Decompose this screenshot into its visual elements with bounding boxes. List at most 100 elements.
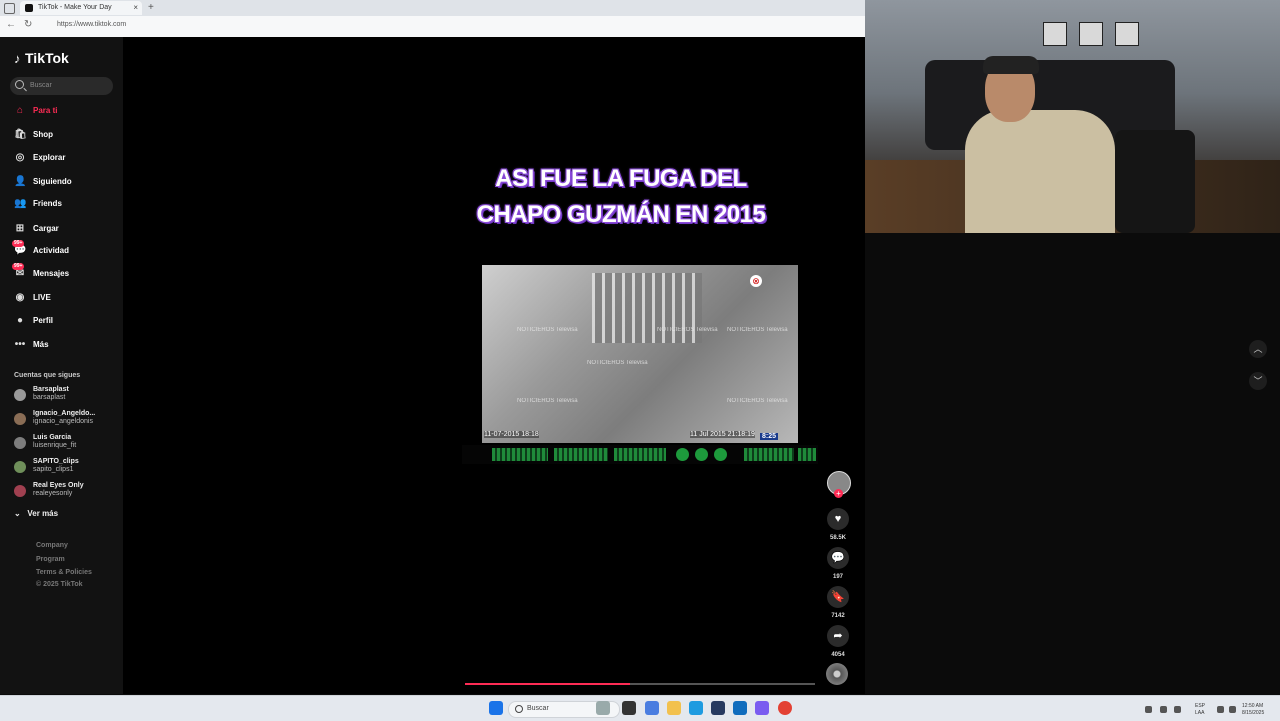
task-view-icon[interactable] [622, 701, 636, 715]
reload-icon[interactable]: ↻ [24, 19, 32, 30]
wifi-icon[interactable] [1217, 706, 1224, 713]
comment-icon[interactable]: 💬 [827, 547, 849, 569]
following-account[interactable]: Barsaplast barsaplast [14, 385, 119, 407]
chair [1115, 130, 1195, 233]
following-account[interactable]: Luis Garcia luisenrique_fit [14, 433, 119, 455]
copilot-icon[interactable] [645, 701, 659, 715]
hud-circle [714, 448, 727, 461]
tab-actions-icon[interactable] [4, 3, 15, 14]
sidebar-item-siguiendo[interactable]: 👤 Siguiendo [14, 175, 119, 191]
url-field[interactable]: https://www.tiktok.com [57, 21, 126, 28]
file-explorer-icon[interactable] [667, 701, 681, 715]
see-more-label: Ver más [27, 509, 59, 518]
store-icon[interactable] [711, 701, 725, 715]
following-account[interactable]: Real Eyes Only realeyesonly [14, 481, 119, 503]
sidebar-item-perfil[interactable]: ● Perfil [14, 314, 119, 330]
wall-picture [1043, 22, 1067, 46]
sidebar-item-live[interactable]: ◉ LIVE [14, 291, 119, 307]
sidebar-item-label: Friends [33, 199, 62, 208]
account-name: Ignacio_Angeldo... [33, 410, 96, 417]
follow-plus-icon[interactable]: + [834, 489, 843, 498]
sidebar-item-label: Shop [33, 130, 53, 139]
like-icon[interactable]: ♥ [827, 508, 849, 530]
footer-link: © 2025 TikTok [36, 581, 83, 588]
hud-segment [798, 448, 816, 461]
chrome-icon[interactable] [778, 701, 792, 715]
person-cap [983, 56, 1039, 74]
tiktok-favicon-icon [25, 4, 33, 12]
share-icon[interactable]: ➦ [827, 625, 849, 647]
comment-count: 197 [832, 574, 843, 580]
close-icon[interactable]: ⊗ [750, 275, 762, 287]
back-icon[interactable]: ← [6, 19, 16, 30]
search-placeholder: Buscar [30, 82, 52, 89]
language-code[interactable]: ESP [1195, 703, 1205, 709]
footer-link[interactable]: Company [36, 542, 68, 549]
sidebar-item-label: Perfil [33, 316, 54, 325]
account-handle: ignacio_angeldonis [33, 418, 93, 425]
hud-circle [676, 448, 689, 461]
sidebar-item-friends[interactable]: 👥 Friends [14, 197, 119, 213]
following-account[interactable]: SAPITO_clips sapito_clips1 [14, 457, 119, 479]
see-more-button[interactable]: ⌄ Ver más [14, 509, 58, 518]
sidebar-item-shop[interactable]: 🛍 Shop [14, 128, 119, 144]
widgets-icon[interactable] [596, 701, 610, 715]
sidebar-item-label: Explorar [33, 153, 66, 162]
network-icon[interactable] [1160, 706, 1167, 713]
browser-tab[interactable]: TikTok - Make Your Day × [20, 1, 142, 15]
following-account[interactable]: Ignacio_Angeldo... ignacio_angeldonis [14, 409, 119, 431]
sidebar-item-explorar[interactable]: ◎ Explorar [14, 151, 119, 167]
discord-icon[interactable] [755, 701, 769, 715]
sidebar-item-label: Siguiendo [33, 177, 72, 186]
account-name: Luis Garcia [33, 434, 72, 441]
video-player[interactable]: NOTICIEROS Televisa NOTICIEROS Televisa … [482, 265, 798, 443]
hud-segment [744, 448, 794, 461]
save-count: 7142 [831, 613, 845, 619]
address-bar: ← ↻ https://www.tiktok.com [0, 16, 865, 38]
search-input[interactable]: Buscar [10, 77, 113, 95]
next-video-button[interactable]: ﹀ [1249, 372, 1267, 390]
watermark: NOTICIEROS Televisa [517, 398, 578, 404]
watermark: NOTICIEROS Televisa [657, 327, 718, 333]
account-handle: sapito_clips1 [33, 466, 74, 473]
hud-circle [695, 448, 708, 461]
music-disc-icon[interactable] [826, 663, 848, 685]
sidebar-item-label: Para ti [33, 106, 58, 115]
taskbar-search-placeholder: Buscar [527, 705, 549, 712]
timestamp-right: 11 Jul 2015 21:18:19 [690, 431, 755, 438]
watermark: NOTICIEROS Televisa [587, 360, 648, 366]
sidebar-item-label: Cargar [33, 224, 59, 233]
watermark: NOTICIEROS Televisa [727, 398, 788, 404]
outlook-icon[interactable] [733, 701, 747, 715]
sidebar-item-label: Actividad [33, 246, 70, 255]
footer-link[interactable]: Program [36, 556, 65, 563]
tiktok-note-icon: ♪ [14, 51, 21, 66]
edge-icon[interactable] [689, 701, 703, 715]
sidebar-item-mensajes[interactable]: ✉ 99+ Mensajes [12, 263, 119, 283]
tray-chevron-icon[interactable] [1145, 706, 1152, 713]
webcam-overlay [865, 0, 1280, 233]
tiktok-logo[interactable]: ♪ TikTok [14, 50, 69, 66]
sidebar-item-m-s[interactable]: ••• Más [14, 338, 119, 354]
browser-tab-bar: TikTok - Make Your Day × + [0, 0, 865, 16]
notification-badge: 99+ [12, 240, 25, 247]
account-handle: luisenrique_fit [33, 442, 77, 449]
sidebar-item-para-ti[interactable]: ⌂ Para ti [14, 104, 119, 120]
search-icon [15, 80, 24, 89]
wall-picture [1079, 22, 1103, 46]
sidebar-item-cargar[interactable]: ⊞ Cargar [14, 222, 119, 238]
new-tab-button[interactable]: + [148, 0, 154, 16]
clock-date: 8/15/2025 [1242, 710, 1265, 716]
volume-icon[interactable] [1229, 706, 1236, 713]
bookmark-icon[interactable]: 🔖 [827, 586, 849, 608]
tab-close-icon[interactable]: × [133, 1, 138, 15]
windows-start-icon[interactable] [489, 701, 503, 715]
hud-segment [614, 448, 666, 461]
footer-link[interactable]: Terms & Policies [36, 569, 92, 576]
clock-time[interactable]: 12:50 AM [1242, 703, 1263, 709]
sidebar-item-label: Mensajes [33, 269, 70, 278]
sidebar-item-actividad[interactable]: 💬 99+ Actividad [12, 240, 119, 260]
sidebar-item-label: LIVE [33, 293, 51, 302]
mic-icon[interactable] [1174, 706, 1181, 713]
previous-video-button[interactable]: ︿ [1249, 340, 1267, 358]
